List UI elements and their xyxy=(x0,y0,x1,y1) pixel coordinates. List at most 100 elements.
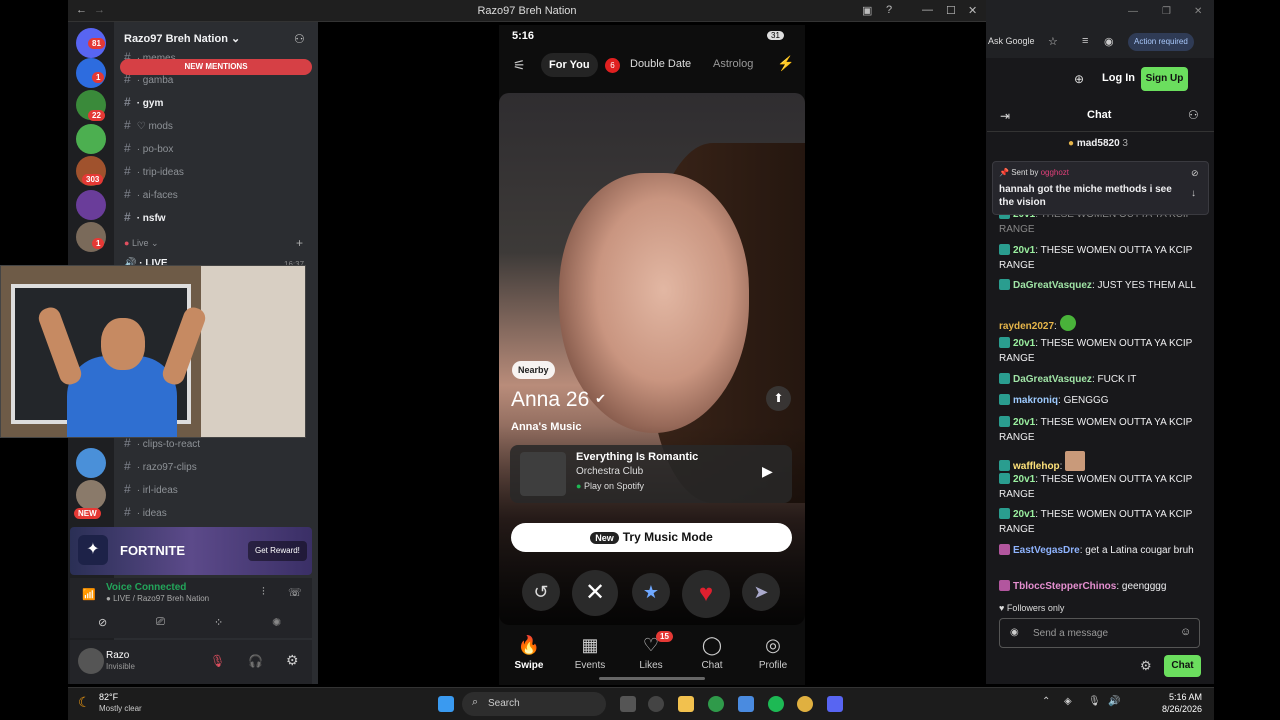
unpin-icon[interactable]: ⊘ xyxy=(1191,168,1199,179)
nav-chat[interactable]: ◯ Chat xyxy=(682,635,742,671)
tray-overflow-icon[interactable]: ⌃ xyxy=(1042,696,1050,707)
chat-send-button[interactable]: Chat xyxy=(1164,655,1201,677)
filter-icon[interactable]: ⚟ xyxy=(513,57,526,74)
nav-profile[interactable]: ◎ Profile xyxy=(743,635,803,671)
server-icon[interactable] xyxy=(76,448,106,478)
chat-username[interactable]: 20v1 xyxy=(1013,474,1035,485)
mic-icon[interactable]: 🎙 xyxy=(1088,696,1101,707)
channel-item[interactable]: # · po-box xyxy=(124,141,173,155)
boost-icon[interactable]: ⚡ xyxy=(777,55,794,72)
channel-item[interactable]: # · clips-to-react xyxy=(124,436,200,450)
add-member-icon[interactable]: ⚇ xyxy=(294,32,305,46)
chat-username[interactable]: DaGreatVasquez xyxy=(1013,280,1092,291)
channel-item[interactable]: # · irl-ideas xyxy=(124,482,178,496)
new-mentions-pill[interactable]: NEW MENTIONS xyxy=(120,59,312,75)
try-music-mode-button[interactable]: New Try Music Mode xyxy=(511,523,792,552)
close-icon[interactable]: ✕ xyxy=(1194,6,1202,17)
server-name-header[interactable]: Razo97 Breh Nation ⌄ xyxy=(124,32,240,45)
music-card[interactable]: Everything Is Romantic Orchestra Club ● … xyxy=(510,445,792,503)
ask-google-button[interactable]: Ask Google xyxy=(988,36,1035,46)
server-icon[interactable] xyxy=(76,480,106,510)
server-icon[interactable] xyxy=(76,190,106,220)
profile-circle-icon[interactable]: ◉ xyxy=(1104,35,1114,48)
settings-gear-icon[interactable]: ⚙ xyxy=(286,652,299,669)
expand-down-icon[interactable]: ↓ xyxy=(1191,188,1196,199)
chrome-canary-icon[interactable] xyxy=(797,696,813,712)
chat-input[interactable]: ◉ Send a message ☺ xyxy=(999,618,1200,648)
leaderboard-entry[interactable]: ● mad5820 3 xyxy=(1068,138,1128,149)
chrome-icon[interactable] xyxy=(708,696,724,712)
clock-date[interactable]: 8/26/2026 xyxy=(1144,704,1202,714)
soundboard-icon[interactable]: ✺ xyxy=(272,616,281,629)
action-required-button[interactable]: Action required xyxy=(1128,33,1194,51)
chat-username[interactable]: 20v1 xyxy=(1013,417,1035,428)
expand-profile-icon[interactable]: ⬆ xyxy=(766,386,791,411)
spotify-icon[interactable] xyxy=(768,696,784,712)
community-icon[interactable]: ⚇ xyxy=(1188,108,1199,122)
discord-icon[interactable] xyxy=(827,696,843,712)
taskbar-search[interactable]: ⌕ Search xyxy=(462,692,606,716)
minimize-icon[interactable]: — xyxy=(922,4,933,16)
rewind-button[interactable]: ↺ xyxy=(522,573,560,611)
activities-icon[interactable]: ⁘ xyxy=(214,616,223,629)
globe-icon[interactable]: ⊕ xyxy=(1074,72,1084,86)
pinned-message[interactable]: 📌 Sent by ogghozt hannah got the miche m… xyxy=(992,161,1209,215)
chat-username[interactable]: wafflehop xyxy=(1013,461,1060,472)
disconnect-icon[interactable]: ☏ xyxy=(288,586,302,599)
screenshot-icon[interactable]: ▣ xyxy=(862,4,872,17)
weather-icon[interactable]: ☾ xyxy=(78,694,91,711)
clock-time[interactable]: 5:16 AM xyxy=(1154,692,1202,702)
mic-muted-icon[interactable]: 🎙 xyxy=(210,654,225,668)
nav-events[interactable]: ▦ Events xyxy=(560,635,620,671)
tab-double-date[interactable]: Double Date xyxy=(630,58,691,70)
start-windows-icon[interactable] xyxy=(438,696,454,712)
collapse-chat-icon[interactable]: ⇥ xyxy=(1000,109,1010,123)
chat-username[interactable]: EastVegasDre xyxy=(1013,545,1080,556)
channel-item[interactable]: # · ai-faces xyxy=(124,187,178,201)
play-icon[interactable]: ▶ xyxy=(762,463,773,480)
nav-likes[interactable]: ♡ Likes xyxy=(621,635,681,671)
server-icon[interactable] xyxy=(76,124,106,154)
like-button[interactable]: ♥ xyxy=(682,570,730,618)
channel-item[interactable]: # · gym xyxy=(124,95,163,109)
photos-icon[interactable] xyxy=(738,696,754,712)
voice-channel[interactable]: ● LIVE / Razo97 Breh Nation xyxy=(106,594,209,603)
live-category[interactable]: ● Live ⌄ xyxy=(124,238,159,249)
nav-swipe[interactable]: 🔥 Swipe xyxy=(499,635,559,671)
chat-username[interactable]: TbloccStepperChinos xyxy=(1013,581,1116,592)
nope-button[interactable]: ✕ xyxy=(572,570,618,616)
channel-item[interactable]: # ♡ mods xyxy=(124,118,173,132)
emote-picker-icon[interactable]: ☺ xyxy=(1180,626,1191,638)
channel-item[interactable]: # · nsfw xyxy=(124,210,166,224)
channel-item[interactable]: # · trip-ideas xyxy=(124,164,184,178)
restore-icon[interactable]: ❐ xyxy=(1162,6,1171,17)
tab-astrology[interactable]: Astrolog xyxy=(713,58,753,70)
chat-username[interactable]: makroniq xyxy=(1013,395,1058,406)
chat-username[interactable]: rayden2027 xyxy=(999,321,1054,332)
tab-for-you[interactable]: For You xyxy=(541,53,598,77)
help-icon[interactable]: ? xyxy=(886,4,892,16)
maximize-icon[interactable]: ☐ xyxy=(946,4,956,17)
chat-username[interactable]: 20v1 xyxy=(1013,509,1035,520)
chat-username[interactable]: 20v1 xyxy=(1013,245,1035,256)
send-message-button[interactable]: ➤ xyxy=(742,573,780,611)
task-view-icon[interactable] xyxy=(620,696,636,712)
bookmark-star-icon[interactable]: ☆ xyxy=(1048,35,1058,48)
avatar[interactable] xyxy=(78,648,104,674)
close-icon[interactable]: ✕ xyxy=(968,4,977,17)
chat-username[interactable]: 20v1 xyxy=(1013,338,1035,349)
file-explorer-icon[interactable] xyxy=(678,696,694,712)
minimize-icon[interactable]: — xyxy=(1128,6,1138,17)
chat-settings-icon[interactable]: ⚙ xyxy=(1140,658,1152,674)
super-like-button[interactable]: ★ xyxy=(632,573,670,611)
spotify-link[interactable]: ● Play on Spotify xyxy=(576,481,644,491)
reading-list-icon[interactable]: ≡ xyxy=(1082,35,1088,47)
app-icon[interactable] xyxy=(648,696,664,712)
badge-selector-icon[interactable]: ◉ xyxy=(1010,627,1019,638)
deafened-icon[interactable]: 🎧 xyxy=(248,654,263,668)
add-channel-icon[interactable]: + xyxy=(296,236,303,250)
camera-off-icon[interactable]: ⊘ xyxy=(98,616,107,629)
volume-icon[interactable]: 🔊 xyxy=(1108,696,1120,707)
get-reward-button[interactable]: Get Reward! xyxy=(248,541,307,561)
chat-username[interactable]: DaGreatVasquez xyxy=(1013,374,1092,385)
